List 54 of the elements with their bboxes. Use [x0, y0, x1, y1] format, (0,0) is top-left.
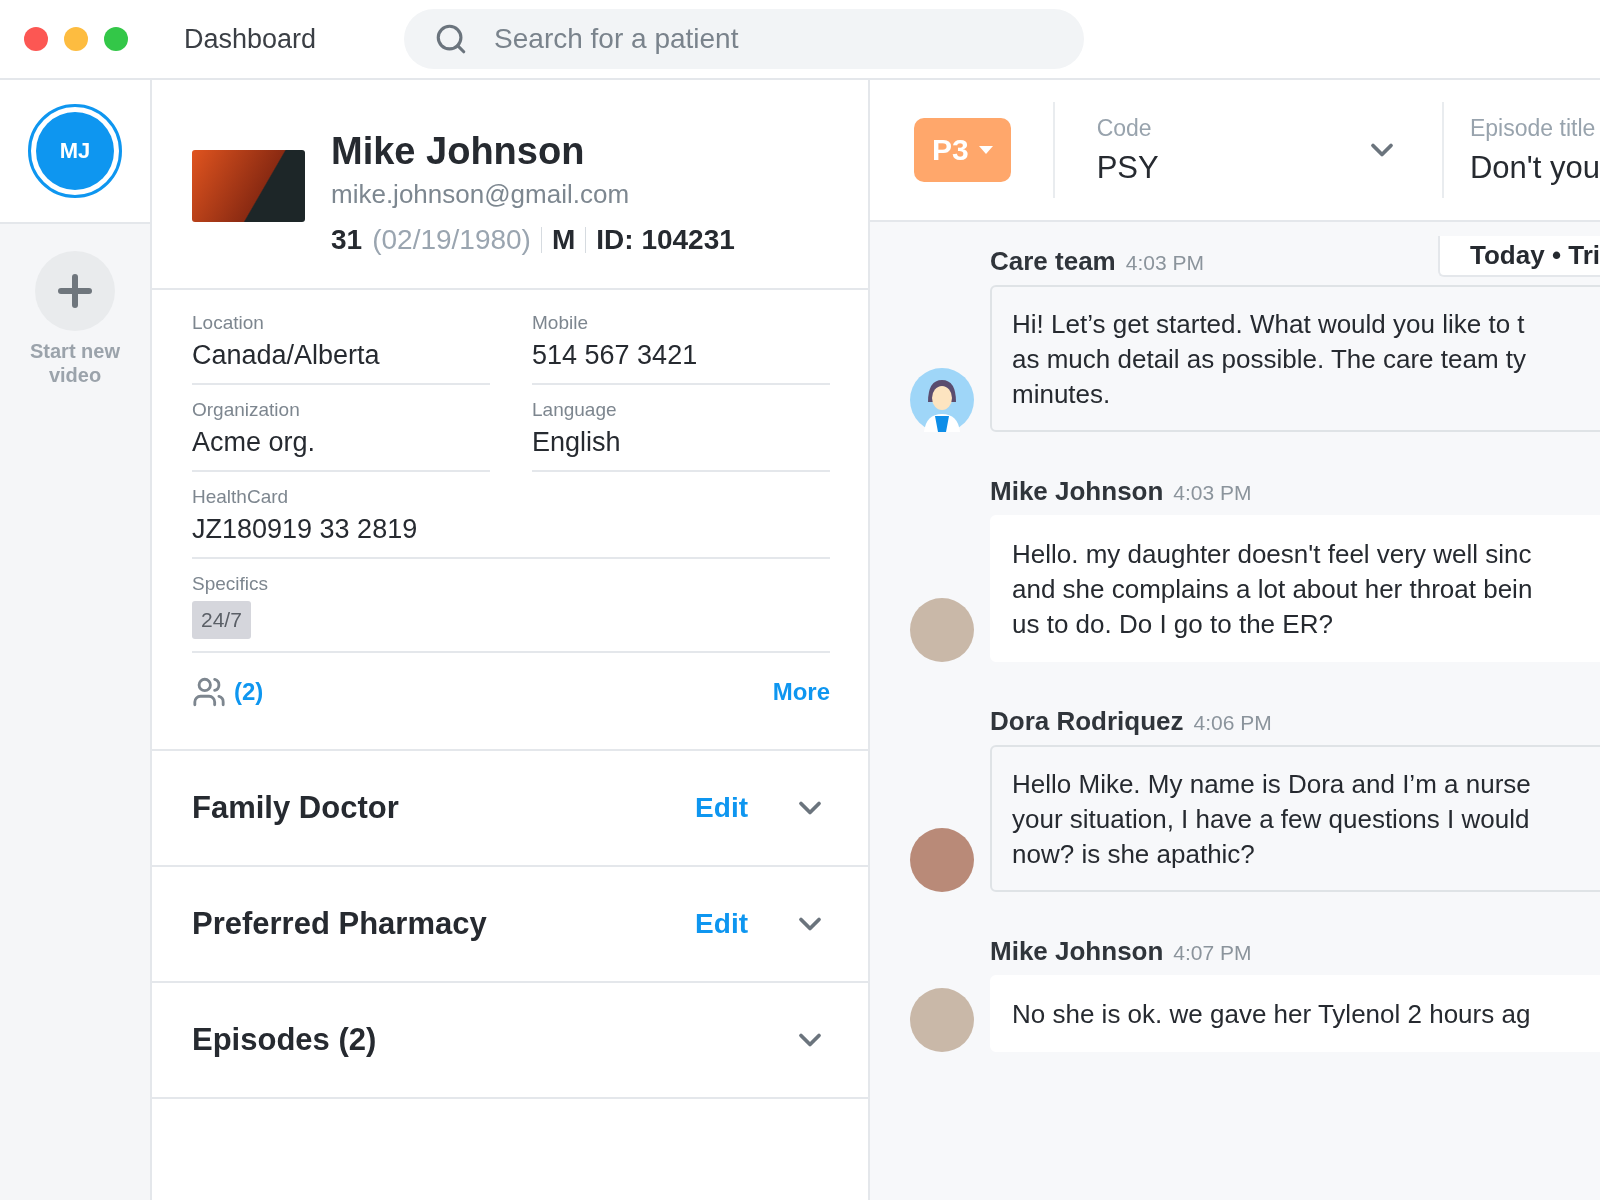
message-bubble: Hello. my daughter doesn't feel very well sinc and she complains a lot about her throat bein us to do. Do I go to the ER?: [990, 515, 1600, 662]
field-label: HealthCard: [192, 486, 290, 508]
search-input[interactable]: Search for a patient: [492, 22, 1085, 56]
sender-name: Care team: [990, 246, 1116, 277]
message-bubble: No she is ok. we gave her Tylenol 2 hours ag: [990, 975, 1600, 1052]
patient-id: ID: 104231: [596, 224, 735, 256]
field-value: English: [532, 427, 622, 458]
message-bubble: Hi! Let’s get started. What would you like to t as much detail as possible. The care team ty minutes.: [990, 285, 1600, 432]
message-time: 4:07 PM: [1173, 941, 1252, 965]
caret-icon: [978, 146, 993, 154]
collapsible-section[interactable]: Episodes (2): [152, 983, 868, 1099]
priority-button[interactable]: P3: [914, 118, 1011, 182]
sender-name: Mike Johnson: [990, 476, 1164, 507]
nurse-avatar-icon: [910, 368, 974, 432]
patient-birthdate: (02/19/1980): [372, 224, 531, 256]
field-label: Episode title: [1470, 114, 1597, 142]
section-title: Episodes (2): [192, 1022, 378, 1058]
code-dropdown[interactable]: Code PSY: [1096, 114, 1401, 186]
field-label: Language: [532, 399, 618, 421]
message-time: 4:06 PM: [1193, 711, 1272, 735]
field-label: Location: [192, 312, 265, 334]
field-value: 514 567 3421: [532, 340, 699, 371]
message-time: 4:03 PM: [1125, 251, 1204, 275]
message-bubble: Hello Mike. My name is Dora and I’m a nurse your situation, I have a few questions I would now? is she apathic?: [990, 745, 1600, 892]
edit-link[interactable]: Edit: [695, 908, 748, 940]
patient-email: mike.johnson@gmail.com: [331, 179, 631, 210]
start-video-button[interactable]: Start new video: [15, 250, 135, 388]
collapsible-section[interactable]: Preferred Pharmacy Edit: [152, 867, 868, 983]
more-link[interactable]: More: [772, 678, 830, 706]
patient-sex: M: [551, 224, 576, 256]
field-value: JZ180919 33 2819: [192, 514, 419, 545]
search-field[interactable]: Search for a patient: [404, 9, 1085, 69]
message-time: 4:03 PM: [1173, 481, 1252, 505]
episode-title-value: Don't you: [1470, 149, 1600, 186]
section-title: Family Doctor: [192, 790, 400, 826]
field-value: Acme org.: [192, 427, 317, 458]
patient-age: 31: [331, 224, 363, 256]
field-value: Canada/Alberta: [192, 340, 381, 371]
page-title: Dashboard: [184, 23, 317, 55]
specifics-tag: 24/7: [192, 601, 251, 639]
user-avatar[interactable]: MJ: [28, 104, 122, 198]
date-tag: Today • Tri: [1438, 236, 1600, 277]
section-title: Preferred Pharmacy: [192, 906, 488, 942]
sender-name: Mike Johnson: [990, 936, 1164, 967]
field-label: Specifics: [192, 573, 270, 595]
close-window-button[interactable]: [24, 27, 48, 51]
collapsible-section[interactable]: Family Doctor Edit: [152, 751, 868, 867]
edit-link[interactable]: Edit: [695, 792, 748, 824]
patient-name: Mike Johnson: [331, 130, 586, 173]
sender-name: Dora Rodriquez: [990, 706, 1184, 737]
field-label: Mobile: [532, 312, 589, 334]
family-count-link[interactable]: (2): [234, 678, 773, 706]
people-icon: [192, 675, 226, 709]
field-label: Organization: [192, 399, 301, 421]
